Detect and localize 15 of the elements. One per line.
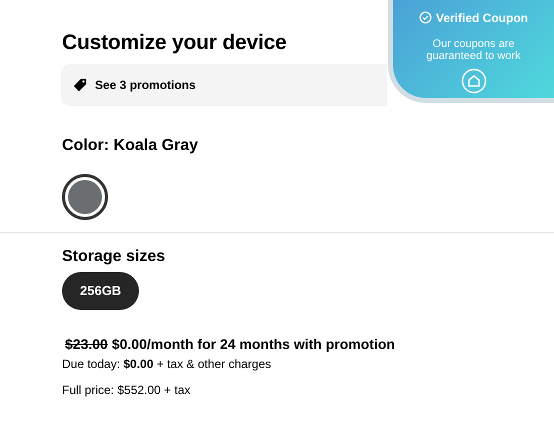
storage-option[interactable]: 256GB [62,272,140,310]
coupon-text: Our coupons are guaranteed to work [425,38,522,62]
due-today-text: Due today: $0.00 + tax & other charges [62,356,272,373]
promotions-button[interactable]: See 3 promotions [61,64,387,106]
page-title: Customize your device [62,30,287,56]
color-swatch[interactable] [62,174,108,220]
color-label: Color: Koala Gray [62,136,200,156]
promo-price: $0.00/month for 24 months with promotion [112,336,395,352]
check-circle-icon [418,11,432,24]
house-icon [460,68,486,94]
old-price: $23.00 [65,336,108,352]
tag-icon [73,78,87,92]
coupon-title: Verified Coupon [436,10,528,26]
storage-label: Storage sizes [62,247,166,268]
full-price-text: Full price: $552.00 + tax [62,382,192,399]
